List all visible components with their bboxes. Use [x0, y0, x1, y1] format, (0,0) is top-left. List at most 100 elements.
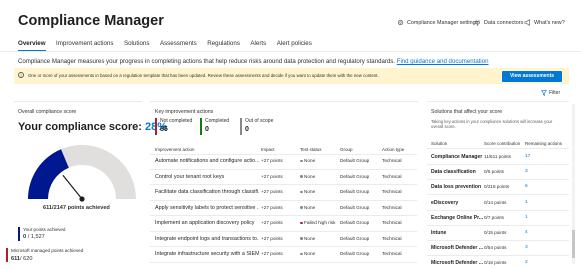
funnel-icon [541, 90, 547, 96]
tab-solutions[interactable]: Solutions [124, 40, 149, 51]
your-points-value: 0 / 1,527 [23, 234, 45, 240]
page-title: Compliance Manager [18, 13, 164, 29]
banner-message: One or more of your assessments in based… [28, 72, 379, 78]
solution-row-divider [427, 179, 569, 181]
out-of-scope-bar [240, 118, 242, 135]
remaining-actions-link[interactable]: 3 [525, 169, 528, 174]
solution-name[interactable]: Exchange Online Pr... [431, 215, 483, 221]
whats-new-link[interactable]: What's new? [524, 19, 565, 26]
test-status-text: Failed high risk [304, 220, 336, 225]
group-value: Default Group [340, 173, 370, 179]
not-completed-count: 85 [160, 126, 168, 133]
tab-alerts[interactable]: Alerts [250, 40, 266, 51]
tab-improvement-actions[interactable]: Improvement actions [56, 40, 113, 51]
improvement-action-name[interactable]: Integrate infrastructure security with a… [155, 251, 259, 257]
column-header-impact[interactable]: Impact [261, 147, 275, 152]
solutions-header-divider [427, 148, 569, 149]
solution-name[interactable]: Microsoft Defender ... [431, 260, 483, 266]
solution-row-divider [427, 164, 569, 165]
out-of-scope-label: Out of scope [245, 118, 274, 124]
whats-new-label: What's new? [534, 19, 565, 26]
table-row-divider [150, 246, 417, 247]
score-contribution: 0/18 points [484, 260, 507, 266]
microsoft-points-achieved: 611 [11, 256, 21, 262]
group-value: Default Group [340, 158, 370, 163]
score-gauge [27, 145, 136, 202]
solution-name[interactable]: Microsoft Defender ... [431, 245, 483, 251]
action-type-value: Technical [382, 251, 402, 256]
impact-value: +27 points [261, 189, 283, 194]
status-dot-icon [300, 221, 303, 225]
remaining-actions-link[interactable]: 1 [525, 215, 528, 220]
gauge-fill [27, 149, 69, 199]
test-status-text: None [304, 173, 316, 179]
completed-bar [200, 118, 202, 135]
status-dot-icon [300, 206, 303, 209]
table-row-divider [150, 261, 417, 263]
solution-name[interactable]: Compliance Manager [431, 154, 482, 160]
score-card-title: Overall compliance score [18, 109, 77, 115]
remaining-actions-link[interactable]: 1 [525, 200, 528, 205]
solutions-header-solution[interactable]: Solution [431, 141, 447, 146]
table-row-divider [150, 215, 417, 216]
filter-button[interactable]: Filter [541, 90, 560, 96]
remaining-actions-link[interactable]: 2 [525, 260, 528, 265]
solution-row-divider [427, 209, 569, 211]
update-banner: i One or more of your assessments in bas… [14, 68, 569, 84]
tab-bar: Overview Improvement actions Solutions A… [18, 40, 322, 51]
score-contribution: 0/14 points [484, 199, 507, 205]
improvement-action-name[interactable]: Apply sensitivity labels to protect sens… [155, 205, 259, 211]
view-assessments-button[interactable]: View assessments [502, 70, 562, 82]
remaining-actions-link[interactable]: 3 [525, 245, 528, 250]
guidance-link[interactable]: Find guidance and documentation [397, 58, 489, 65]
action-type-value: Technical [382, 204, 402, 210]
group-value: Default Group [340, 251, 370, 256]
score-contribution: 0/15 points [484, 230, 507, 235]
not-completed-label: Not completed [160, 118, 193, 124]
solutions-header-remaining[interactable]: Remaining actions [525, 141, 562, 146]
data-connectors-link[interactable]: Data connectors [474, 19, 523, 26]
improvement-action-name[interactable]: Automate notifications and configure act… [155, 158, 259, 164]
compliance-manager-settings-link[interactable]: Compliance Manager settings [397, 19, 478, 26]
group-value: Default Group [340, 220, 370, 225]
improvement-action-name[interactable]: Control your tenant root keys [155, 174, 259, 180]
your-points-total: / 1,527 [27, 234, 45, 240]
tab-assessments[interactable]: Assessments [160, 40, 197, 51]
column-header-test-status[interactable]: Test status [300, 147, 322, 152]
remaining-actions-link[interactable]: 17 [525, 154, 530, 159]
solutions-card-title: Solutions that affect your score [431, 109, 503, 115]
status-dot-icon [300, 237, 303, 240]
remaining-actions-link[interactable]: 6 [525, 184, 528, 189]
not-completed-bar [155, 118, 157, 135]
megaphone-icon [524, 19, 530, 26]
column-header-action[interactable]: Improvement action [155, 147, 195, 152]
column-header-group[interactable]: Group [340, 147, 353, 152]
your-points-legend-swatch [18, 227, 20, 241]
action-type-value: Technical [382, 235, 402, 241]
solutions-header-contribution[interactable]: Score contribution [484, 141, 520, 146]
improvement-action-name[interactable]: Facilitate data classification through c… [155, 189, 259, 195]
gauge-needle [62, 174, 83, 200]
solution-name[interactable]: Data classification [431, 169, 476, 175]
status-dot-icon [300, 175, 303, 178]
solution-name[interactable]: Intune [431, 230, 446, 236]
test-status-text: None [304, 158, 316, 163]
column-header-action-type[interactable]: Action type [382, 147, 404, 152]
solution-row-divider [427, 194, 569, 196]
solution-name[interactable]: Data loss prevention [431, 184, 481, 190]
tab-regulations[interactable]: Regulations [207, 40, 240, 51]
improvement-action-name[interactable]: Implement an application discovery polic… [155, 220, 259, 226]
solutions-scrollbar-thumb[interactable] [572, 230, 575, 258]
improvement-action-name[interactable]: Integrate endpoint logs and transactions… [155, 236, 259, 242]
impact-value: +27 points [261, 204, 283, 210]
remaining-actions-link[interactable]: 4 [525, 230, 528, 235]
status-dot-icon [300, 159, 303, 163]
microsoft-points-value: 611/ 620 [11, 256, 32, 262]
tab-overview[interactable]: Overview [18, 40, 46, 51]
tab-alert-policies[interactable]: Alert policies [277, 40, 312, 51]
actions-header-divider [150, 154, 417, 155]
impact-value: +27 points [261, 235, 283, 241]
solution-name[interactable]: eDiscovery [431, 200, 458, 206]
your-points-label: Your points achieved [23, 227, 66, 232]
score-contribution: 0/54 points [484, 245, 507, 251]
